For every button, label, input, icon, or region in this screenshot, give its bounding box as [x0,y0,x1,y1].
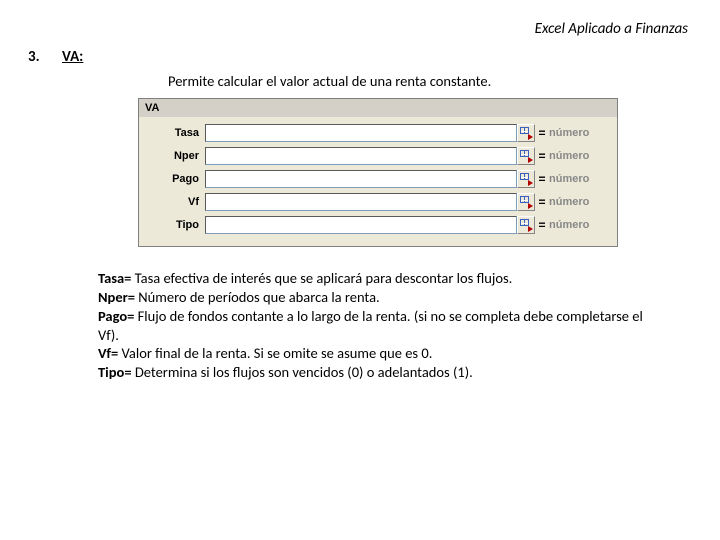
equals-sign: = [535,172,549,186]
definition-term: Vf= [98,344,118,362]
field-row-tipo: Tipo = número [147,215,609,235]
definition-body: Valor final de la renta. Si se omite se … [118,344,432,362]
field-label: Tipo [147,219,205,231]
range-selector-icon [520,150,532,162]
dialog-title: VA [139,99,617,117]
definition-body: Flujo de fondos contante a lo largo de l… [98,307,643,344]
type-hint: número [549,196,609,208]
function-name: VA: [62,48,83,66]
type-hint: número [549,219,609,231]
definition-vf: Vf= Valor final de la renta. Si se omite… [98,344,662,363]
definition-tipo: Tipo= Determina si los flujos son vencid… [98,363,662,382]
range-selector-icon [520,196,532,208]
section-number: 3. [28,48,46,66]
pago-input[interactable] [205,170,517,188]
range-selector-button[interactable] [517,147,535,165]
range-selector-button[interactable] [517,170,535,188]
definition-term: Pago= [98,307,134,325]
equals-sign: = [535,149,549,163]
vf-input[interactable] [205,193,517,211]
definition-term: Tasa= [98,269,131,287]
field-label: Vf [147,196,205,208]
field-label: Nper [147,150,205,162]
type-hint: número [549,127,609,139]
section-heading: 3. VA: [28,48,692,66]
definition-term: Nper= [98,288,135,306]
nper-input[interactable] [205,147,517,165]
tasa-input[interactable] [205,124,517,142]
equals-sign: = [535,195,549,209]
definition-nper: Nper= Número de períodos que abarca la r… [98,288,662,307]
equals-sign: = [535,126,549,140]
field-row-tasa: Tasa = número [147,123,609,143]
tipo-input[interactable] [205,216,517,234]
definition-body: Número de períodos que abarca la renta. [135,288,380,306]
dialog-body: Tasa = número Nper = número Pago [139,117,617,246]
range-selector-icon [520,173,532,185]
section-description: Permite calcular el valor actual de una … [168,72,692,90]
field-row-pago: Pago = número [147,169,609,189]
definition-body: Tasa efectiva de interés que se aplicará… [131,269,512,287]
range-selector-icon [520,127,532,139]
range-selector-button[interactable] [517,193,535,211]
definition-tasa: Tasa= Tasa efectiva de interés que se ap… [98,269,662,288]
equals-sign: = [535,218,549,232]
range-selector-button[interactable] [517,124,535,142]
definition-term: Tipo= [98,363,132,381]
type-hint: número [549,173,609,185]
field-row-vf: Vf = número [147,192,609,212]
document-page: Excel Aplicado a Finanzas 3. VA: Permite… [0,0,720,382]
definition-body: Determina si los flujos son vencidos (0)… [132,363,473,381]
field-label: Tasa [147,127,205,139]
function-arguments-dialog: VA Tasa = número Nper = número [138,98,618,247]
range-selector-button[interactable] [517,216,535,234]
page-header: Excel Aplicado a Finanzas [28,20,692,38]
definition-pago: Pago= Flujo de fondos contante a lo larg… [98,307,662,345]
definitions-block: Tasa= Tasa efectiva de interés que se ap… [98,269,662,382]
field-label: Pago [147,173,205,185]
type-hint: número [549,150,609,162]
range-selector-icon [520,219,532,231]
field-row-nper: Nper = número [147,146,609,166]
